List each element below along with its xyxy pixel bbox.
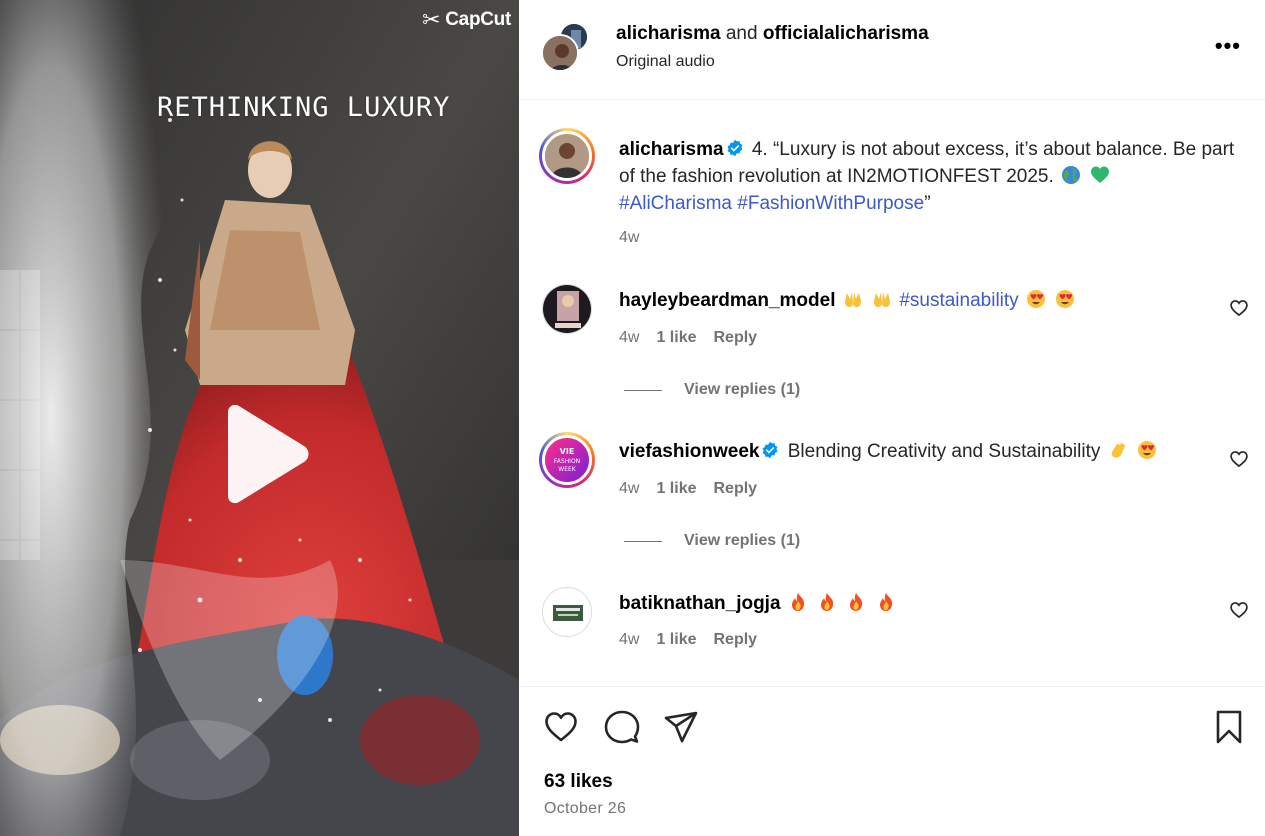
comment-timestamp[interactable]: 4w: [619, 329, 639, 347]
reply-divider-line: [624, 540, 662, 542]
view-replies-button[interactable]: View replies (1): [624, 381, 800, 399]
comment-bubble-icon[interactable]: [604, 709, 640, 745]
post-author-line: alicharisma and officialalicharisma: [616, 23, 929, 45]
comment-text: batiknathan_jogja: [619, 590, 1235, 617]
caption-closing-quote: ”: [924, 193, 931, 214]
reply-button[interactable]: Reply: [713, 631, 757, 649]
capcut-logo-icon: ✂: [422, 7, 441, 32]
comment-text: hayleybeardman_model #sustainability: [619, 287, 1235, 314]
caption-meta: 4w: [619, 229, 639, 247]
view-replies-label: View replies (1): [684, 532, 801, 549]
view-replies-button[interactable]: View replies (1): [624, 532, 800, 550]
avatar[interactable]: [542, 284, 592, 334]
comment-timestamp[interactable]: 4w: [619, 480, 639, 498]
author-username[interactable]: alicharisma: [616, 23, 721, 44]
clapping-hands-emoji-icon: [1111, 443, 1125, 458]
more-options-button[interactable]: •••: [1215, 35, 1241, 57]
caption-timestamp[interactable]: 4w: [619, 229, 639, 247]
heart-eyes-emoji-icon: [1137, 441, 1156, 459]
heart-eyes-emoji-icon: [1026, 290, 1045, 308]
like-comment-heart-icon[interactable]: [1229, 600, 1249, 620]
view-replies-label: View replies (1): [684, 381, 801, 398]
fire-emoji-icon: [791, 593, 804, 611]
like-heart-icon[interactable]: [543, 709, 579, 745]
play-icon[interactable]: [216, 404, 312, 504]
heart-eyes-emoji-icon: [1056, 290, 1075, 308]
comment-username[interactable]: hayleybeardman_model: [619, 290, 835, 311]
comment-body: Blending Creativity and Sustainability: [787, 441, 1101, 462]
like-count[interactable]: 63 likes: [544, 771, 613, 793]
fire-emoji-icon: [850, 593, 863, 611]
comment-text: viefashionweek Blending Creativity and S…: [619, 438, 1235, 465]
post-actions: 63 likes October 26: [519, 686, 1265, 836]
hashtag-link[interactable]: #FashionWithPurpose: [737, 193, 924, 214]
author-connector: and: [725, 23, 758, 44]
post-media[interactable]: ✂ CapCut RETHINKING LUXURY: [0, 0, 519, 836]
raising-hands-emoji-icon: [874, 292, 891, 307]
comment-like-count[interactable]: 1 like: [656, 631, 696, 649]
avatar[interactable]: VIE FASHION WEEK: [539, 432, 595, 488]
svg-text:VIE: VIE: [560, 447, 575, 456]
comment-username[interactable]: viefashionweek: [619, 441, 759, 462]
svg-text:WEEK: WEEK: [558, 466, 577, 473]
comment-username[interactable]: batiknathan_jogja: [619, 593, 781, 614]
save-bookmark-icon[interactable]: [1211, 709, 1247, 745]
video-overlay-title: RETHINKING LUXURY: [157, 92, 451, 123]
comment-meta: 4w 1 like Reply: [619, 480, 757, 498]
fire-emoji-icon: [821, 593, 834, 611]
avatar[interactable]: [539, 128, 595, 184]
like-comment-heart-icon[interactable]: [1229, 449, 1249, 469]
avatar[interactable]: [541, 34, 579, 72]
hashtag-link[interactable]: #sustainability: [899, 290, 1018, 311]
collaborator-username[interactable]: officialalicharisma: [763, 23, 929, 44]
hashtag-link[interactable]: #AliCharisma: [619, 193, 732, 214]
caption-text: alicharisma 4. “Luxury is not about exce…: [619, 136, 1235, 217]
green-heart-emoji-icon: [1091, 166, 1110, 183]
comment-like-count[interactable]: 1 like: [656, 480, 696, 498]
globe-emoji-icon: [1062, 166, 1081, 184]
comment-meta: 4w 1 like Reply: [619, 631, 757, 649]
comment-like-count[interactable]: 1 like: [656, 329, 696, 347]
like-comment-heart-icon[interactable]: [1229, 298, 1249, 318]
raising-hands-emoji-icon: [844, 292, 861, 307]
capcut-watermark: ✂ CapCut: [422, 9, 511, 31]
post-header: alicharisma and officialalicharisma Orig…: [519, 0, 1265, 100]
share-send-icon[interactable]: [663, 709, 699, 745]
verified-badge-icon: [763, 441, 778, 459]
svg-text:FASHION: FASHION: [554, 458, 580, 465]
collab-avatars[interactable]: [541, 22, 589, 74]
reply-button[interactable]: Reply: [713, 480, 757, 498]
post-date: October 26: [544, 800, 627, 817]
audio-label[interactable]: Original audio: [616, 53, 715, 71]
verified-badge-icon: [727, 139, 743, 157]
post-details-panel: alicharisma and officialalicharisma Orig…: [519, 0, 1265, 836]
comment-meta: 4w 1 like Reply: [619, 329, 757, 347]
fire-emoji-icon: [879, 593, 892, 611]
caption-username[interactable]: alicharisma: [619, 139, 724, 160]
comment-timestamp[interactable]: 4w: [619, 631, 639, 649]
watermark-text: CapCut: [445, 9, 511, 30]
reply-button[interactable]: Reply: [713, 329, 757, 347]
avatar[interactable]: [542, 587, 592, 637]
reply-divider-line: [624, 389, 662, 391]
